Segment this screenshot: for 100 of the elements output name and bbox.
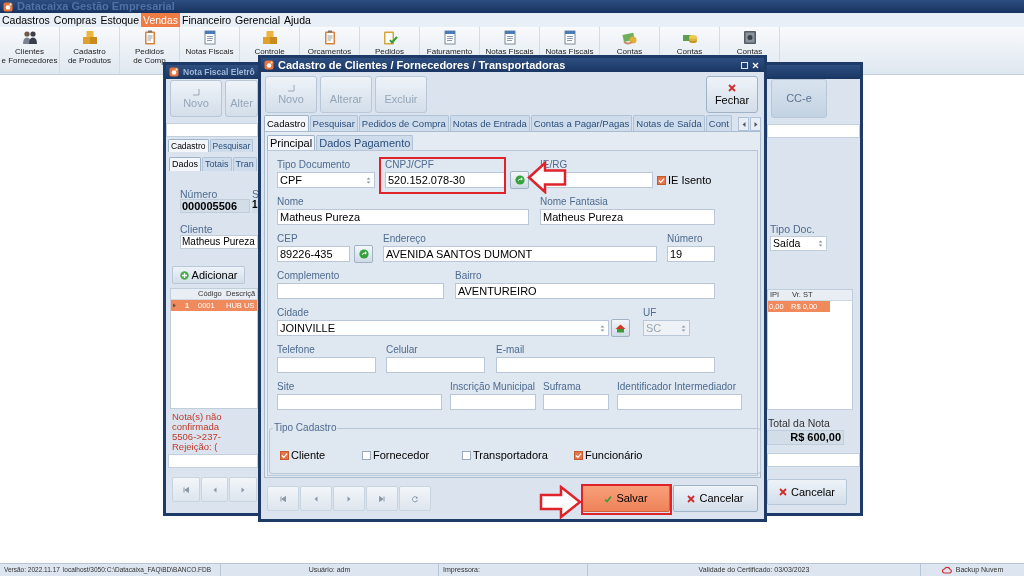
- dropdown[interactable]: Saída: [770, 236, 827, 251]
- checkbox[interactable]: [462, 451, 471, 460]
- field-label: Site: [277, 380, 296, 393]
- checkbox[interactable]: [657, 175, 666, 185]
- toolbar-button[interactable]: Cadastro de Produtos: [60, 27, 120, 74]
- input-field[interactable]: [767, 453, 860, 467]
- tab[interactable]: Cont: [705, 115, 732, 131]
- menu-item[interactable]: Ajuda: [282, 13, 313, 27]
- number-field: 000005506: [180, 199, 250, 213]
- money-icon: [621, 30, 638, 45]
- save-button[interactable]: Salvar: [582, 485, 670, 512]
- cce-button[interactable]: CC-e: [771, 79, 827, 118]
- first-icon: [181, 485, 190, 494]
- corner-icon: [287, 84, 295, 92]
- input-field[interactable]: AVENTUREIRO: [455, 283, 715, 299]
- input-field[interactable]: [277, 394, 442, 410]
- last-icon: [378, 494, 386, 503]
- field-label: Telefone: [277, 343, 316, 356]
- tab[interactable]: Dados Pagamento: [316, 135, 414, 150]
- scroll-left-button[interactable]: [738, 117, 749, 131]
- input-field[interactable]: [496, 357, 715, 373]
- app-icon: [169, 67, 179, 77]
- field-label: Número: [180, 189, 219, 199]
- boxes-icon: [261, 30, 278, 45]
- document-icon: [441, 30, 458, 45]
- input-field[interactable]: 19: [667, 246, 715, 262]
- dropdown[interactable]: CPF: [277, 172, 375, 188]
- first-icon: [279, 494, 287, 503]
- cancel-button[interactable]: Cancelar: [673, 485, 758, 512]
- input-field[interactable]: [166, 123, 258, 137]
- tab[interactable]: Contas a Pagar/Pagas: [530, 115, 633, 131]
- tab[interactable]: Pesquisar: [209, 139, 254, 152]
- previous-button[interactable]: [300, 486, 332, 511]
- spinner-icon: [818, 240, 823, 247]
- spinner-icon: [366, 176, 371, 184]
- field-label: Nome Fantasia: [540, 195, 609, 208]
- next-button[interactable]: [333, 486, 365, 511]
- next-icon: [345, 494, 353, 503]
- input-field[interactable]: AVENIDA SANTOS DUMONT: [383, 246, 657, 262]
- field-label: Tipo Documento: [277, 158, 351, 171]
- document-icon: [201, 30, 218, 45]
- cancel-button[interactable]: Cancelar: [767, 479, 847, 505]
- maximize-icon[interactable]: [741, 61, 748, 69]
- input-field[interactable]: [450, 394, 536, 410]
- scroll-right-button[interactable]: [750, 117, 761, 131]
- input-field[interactable]: [617, 394, 742, 410]
- tab[interactable]: Cadastro: [264, 115, 309, 131]
- menu-item[interactable]: Cadastros: [0, 13, 52, 27]
- menu-item[interactable]: Compras: [51, 13, 99, 27]
- tab[interactable]: Notas de Saída: [633, 115, 705, 131]
- field-label: Nome: [277, 195, 305, 208]
- close-button[interactable]: Fechar: [706, 76, 758, 113]
- dropdown[interactable]: JOINVILLE: [277, 320, 609, 336]
- input-field[interactable]: [277, 357, 376, 373]
- input-field[interactable]: Matheus Pureza: [180, 235, 258, 249]
- first-button[interactable]: [267, 486, 299, 511]
- error-message: Nota(s) não confirmada: [172, 412, 223, 432]
- input-field[interactable]: [543, 394, 609, 410]
- refresh-icon: [411, 494, 419, 503]
- last-button[interactable]: [366, 486, 398, 511]
- tab[interactable]: Dados: [169, 157, 201, 171]
- lookup-button[interactable]: [611, 319, 630, 337]
- input-field[interactable]: [168, 454, 258, 468]
- field-label: E-mail: [496, 343, 526, 356]
- tab[interactable]: Totais: [202, 157, 232, 171]
- document-icon: [561, 30, 578, 45]
- lookup-button[interactable]: [354, 245, 373, 263]
- menu-item[interactable]: Gerencial: [233, 13, 283, 27]
- input-field[interactable]: Matheus Pureza: [277, 209, 529, 225]
- lookup-button[interactable]: [510, 171, 529, 189]
- checkbox[interactable]: [574, 451, 583, 460]
- tab[interactable]: Cadastro: [168, 139, 209, 152]
- refresh-button[interactable]: [399, 486, 431, 511]
- next-button[interactable]: [229, 477, 257, 502]
- input-field[interactable]: [767, 124, 860, 138]
- input-field[interactable]: Matheus Pureza: [540, 209, 715, 225]
- series-field: 1: [252, 199, 258, 213]
- first-button[interactable]: [172, 477, 200, 502]
- menu-item[interactable]: Estoque: [98, 13, 141, 27]
- tab[interactable]: Notas de Entrada: [449, 115, 530, 131]
- input-field[interactable]: 89226-435: [277, 246, 350, 262]
- tab[interactable]: Tran: [232, 157, 257, 171]
- checkbox[interactable]: [362, 451, 371, 460]
- go-icon: [358, 249, 369, 259]
- field-label: Número: [667, 232, 704, 245]
- field-label: Endereço: [383, 232, 427, 245]
- tab[interactable]: Pedidos de Compra: [358, 115, 449, 131]
- previous-button[interactable]: [200, 477, 229, 502]
- tab[interactable]: Pesquisar: [309, 115, 358, 131]
- menu-item[interactable]: Financeiro: [180, 13, 234, 27]
- add-button[interactable]: Adicionar: [172, 266, 245, 284]
- input-field[interactable]: [277, 283, 444, 299]
- document-icon: [501, 30, 518, 45]
- tab[interactable]: Principal: [267, 135, 316, 150]
- input-field[interactable]: [386, 357, 485, 373]
- close-icon[interactable]: [752, 61, 759, 69]
- input-field[interactable]: 520.152.078-30: [385, 172, 506, 188]
- left-arrow-icon: [741, 121, 746, 127]
- checkbox[interactable]: [280, 451, 289, 460]
- toolbar-button[interactable]: Clientes e Fornecedores: [0, 27, 60, 74]
